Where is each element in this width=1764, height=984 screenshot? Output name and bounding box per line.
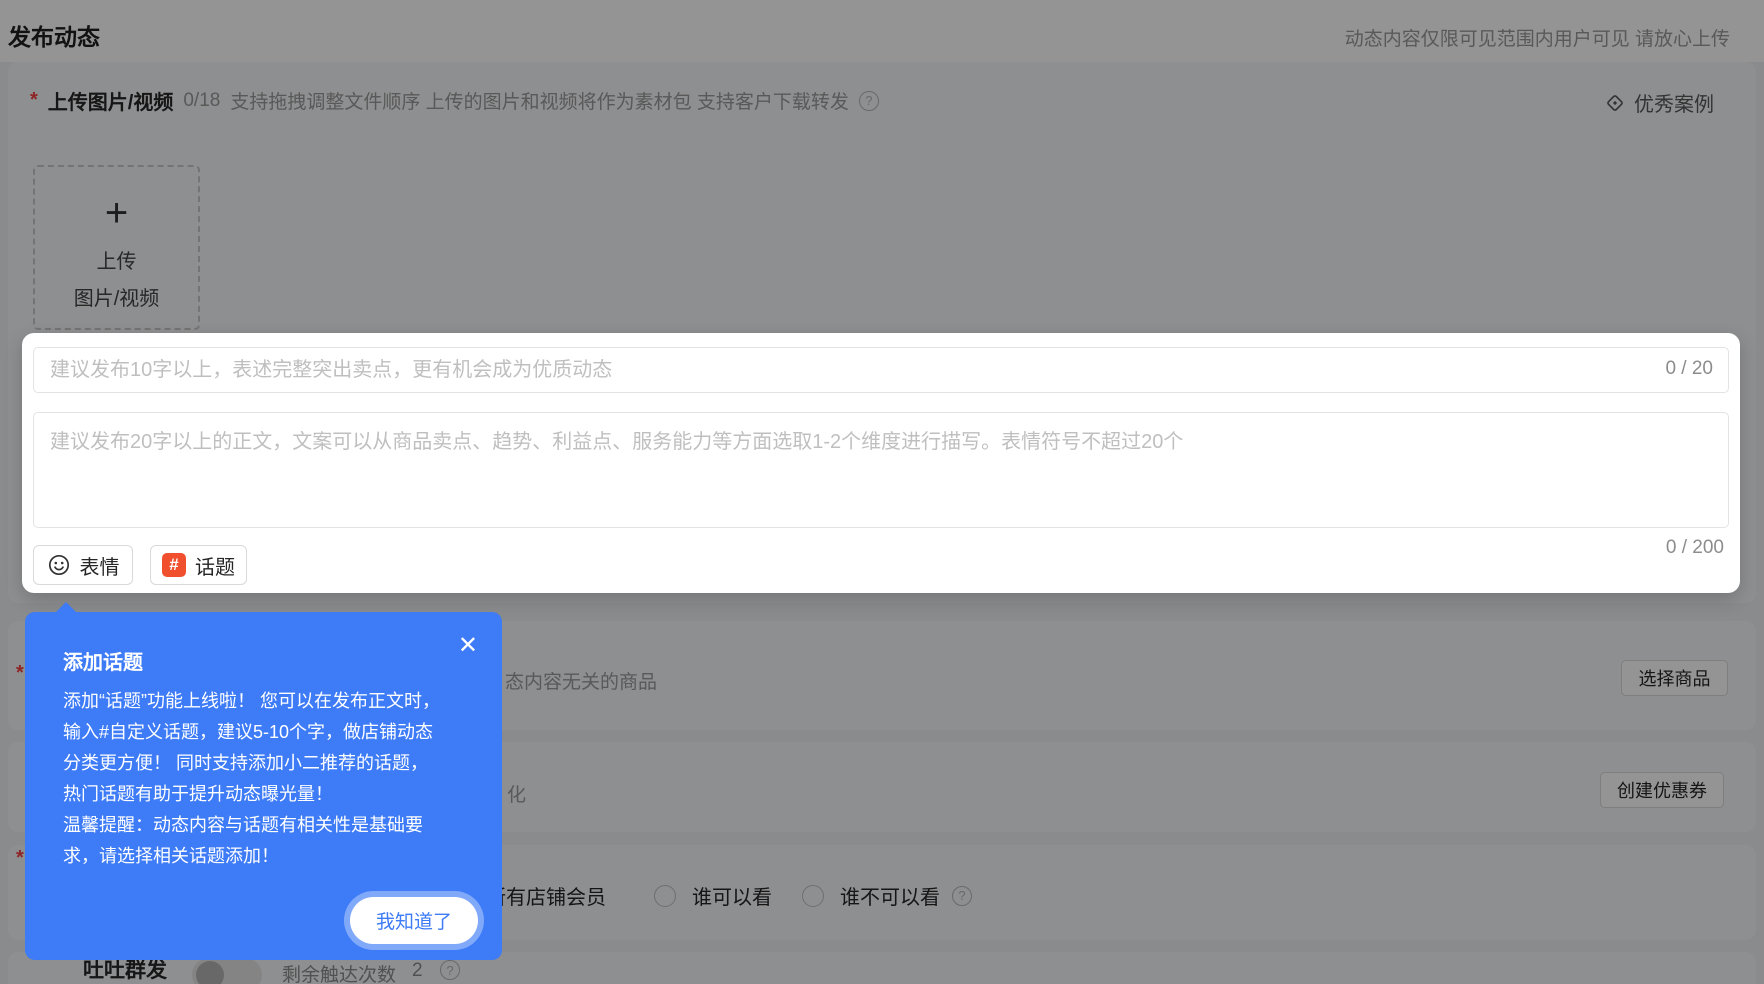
smiley-icon [47, 553, 71, 577]
tooltip-body-paragraph1: 添加“话题”功能上线啦！ 您可以在发布正文时，输入#自定义话题，建议5-10个字… [63, 691, 440, 804]
emoji-button[interactable]: 表情 [33, 545, 133, 585]
add-topic-guide-tooltip: ✕ 添加话题 添加“话题”功能上线啦！ 您可以在发布正文时，输入#自定义话题，建… [25, 612, 502, 960]
got-it-button[interactable]: 我知道了 [350, 897, 478, 944]
post-title-input[interactable] [33, 347, 1729, 393]
topic-button[interactable]: # 话题 [150, 545, 247, 585]
body-char-counter: 0 / 200 [1666, 537, 1724, 559]
post-composer-panel: 0 / 20 0 / 200 表情 # 话题 [22, 333, 1740, 593]
tooltip-title: 添加话题 [63, 646, 143, 675]
topic-button-label: 话题 [195, 551, 235, 580]
post-body-textarea[interactable] [33, 412, 1729, 528]
tooltip-body-paragraph2: 温馨提醒：动态内容与话题有相关性是基础要求，请选择相关话题添加！ [63, 815, 423, 866]
close-icon[interactable]: ✕ [458, 634, 478, 658]
tooltip-arrow [55, 602, 77, 613]
emoji-button-label: 表情 [80, 551, 120, 580]
title-char-counter: 0 / 20 [1665, 358, 1713, 380]
hashtag-icon: # [162, 553, 186, 577]
tooltip-body: 添加“话题”功能上线啦！ 您可以在发布正文时，输入#自定义话题，建议5-10个字… [63, 686, 445, 872]
